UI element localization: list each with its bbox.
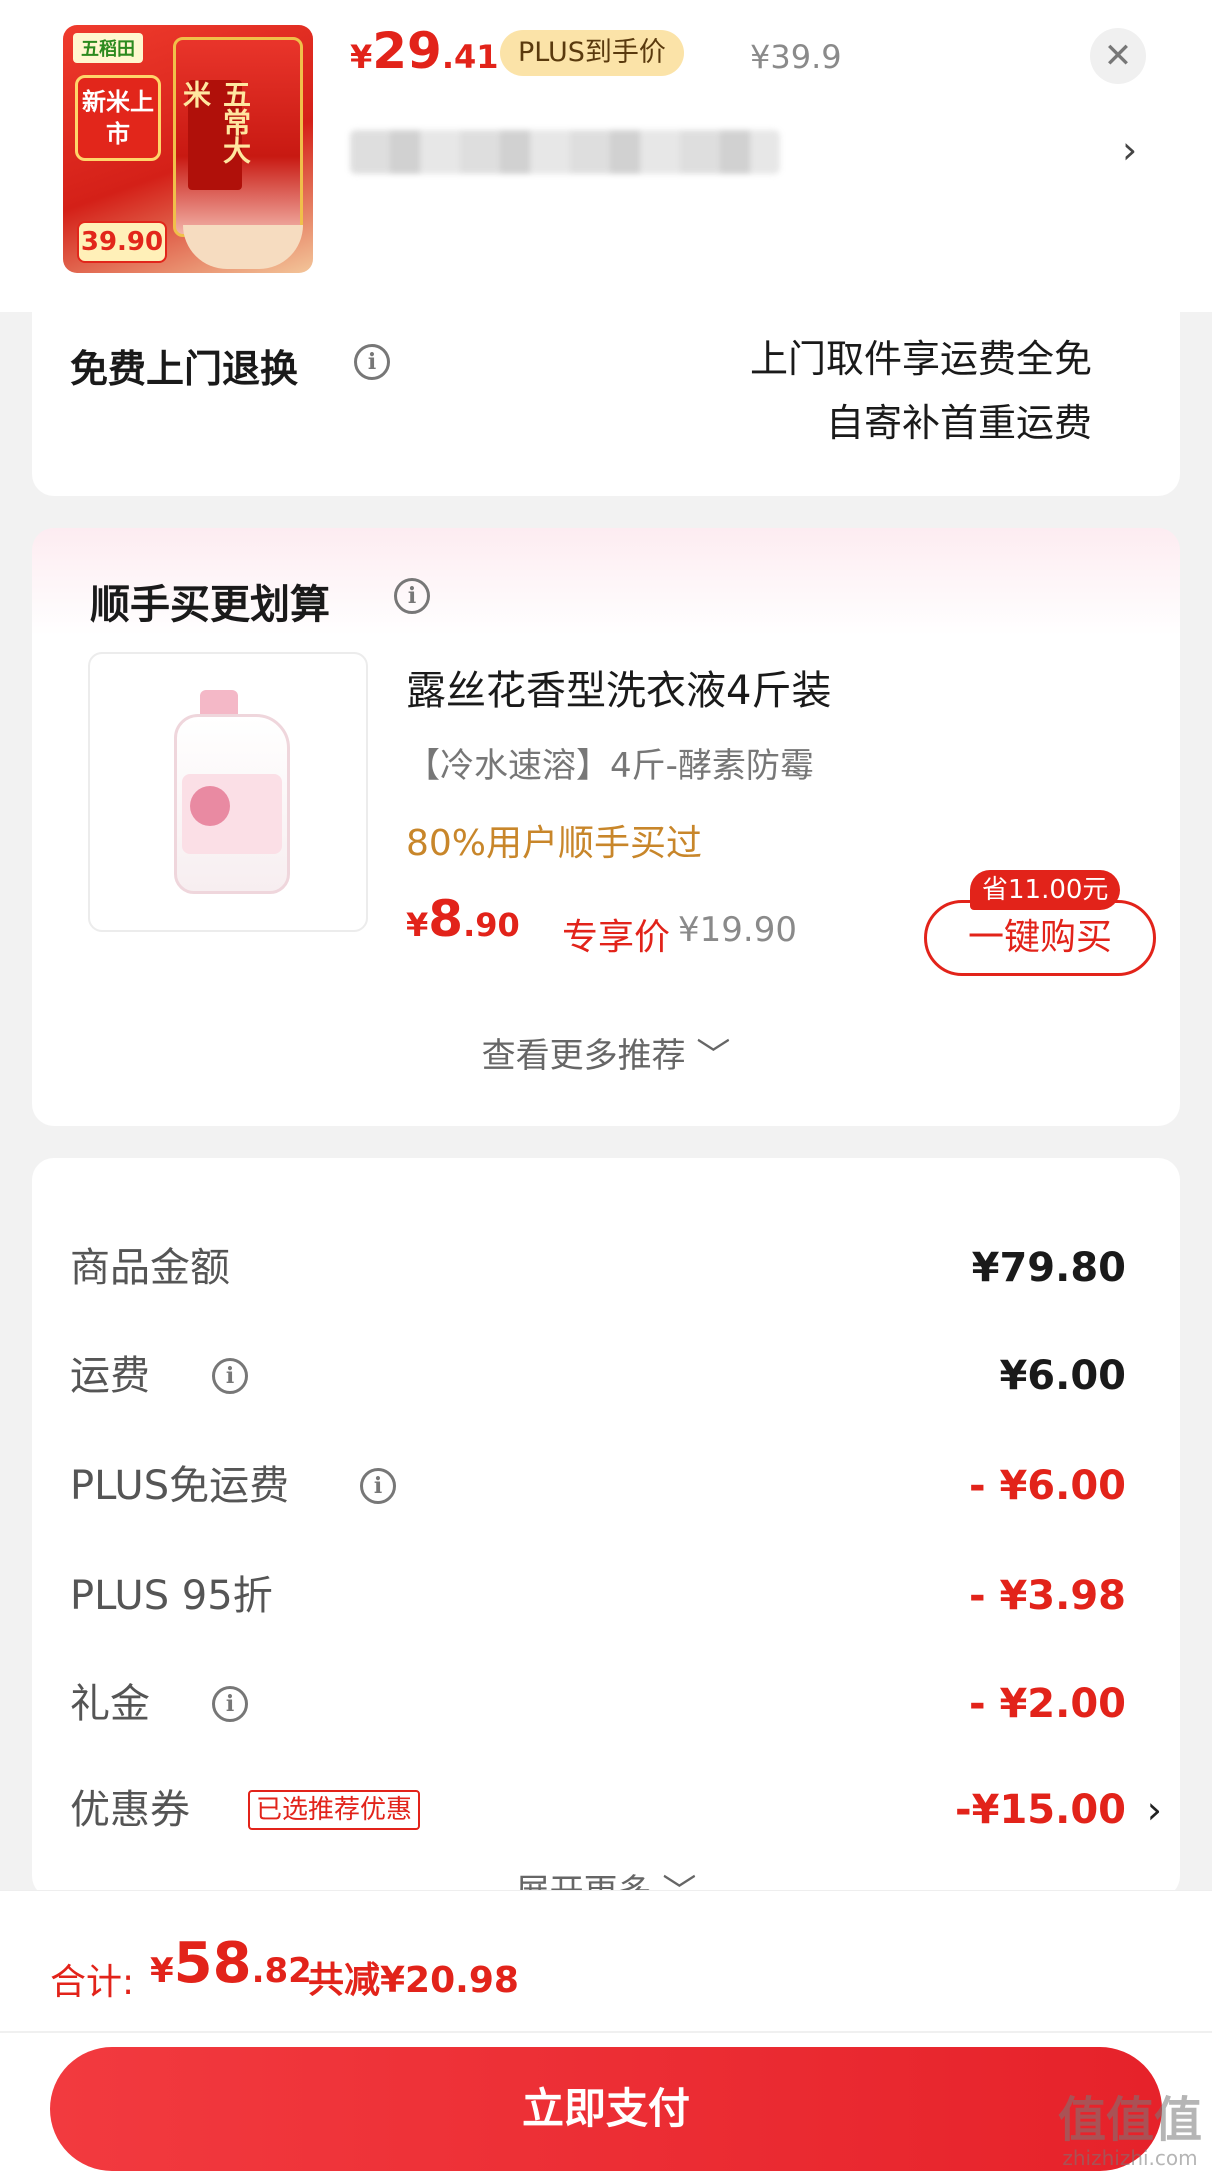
summary-value: ¥6.00 xyxy=(999,1353,1126,1399)
return-service-line2: 自寄补首重运费 xyxy=(825,401,1092,445)
savings-badge: 省11.00元 xyxy=(970,870,1121,910)
coupon-selected-tag: 已选推荐优惠 xyxy=(248,1790,421,1830)
summary-value: -¥15.00 xyxy=(955,1787,1126,1833)
rice-bowl-image xyxy=(183,225,303,269)
summary-label: 运费 xyxy=(70,1353,150,1399)
divider xyxy=(0,2031,1212,2033)
summary-label: 商品金额 xyxy=(70,1245,230,1291)
watermark-url: zhizhizhi.com xyxy=(1062,2146,1198,2170)
summary-row-plus-discount: PLUS 95折 - ¥3.98 xyxy=(70,1566,1126,1626)
watermark-logo: 值值值 xyxy=(1057,2092,1202,2148)
product-price: ¥ 29 .41 xyxy=(350,22,499,80)
summary-value: - ¥6.00 xyxy=(968,1463,1126,1509)
rice-bag-image: 五常大米 xyxy=(173,37,303,237)
recommendation-card: 顺手买更划算 i 露丝花香型洗衣液4斤装 【冷水速溶】4斤-酵素防霉 80%用户… xyxy=(32,528,1180,1126)
checkout-bar: 合计: ¥ 58 .82 共减¥20.98 立即支付 xyxy=(0,1890,1212,2184)
info-icon[interactable]: i xyxy=(394,578,430,614)
product-thumbnail[interactable]: 五稻田 新米上市 五常大米 39.90 xyxy=(63,25,313,273)
recommendation-item-name[interactable]: 露丝花香型洗衣液4斤装 xyxy=(406,658,831,716)
pay-now-button[interactable]: 立即支付 xyxy=(50,2047,1162,2171)
summary-label: 优惠券 xyxy=(70,1787,190,1833)
recommendation-social-proof: 80%用户顺手买过 xyxy=(406,823,703,864)
summary-row-plus-free-shipping: PLUS免运费 i - ¥6.00 xyxy=(70,1456,1126,1516)
plus-price-badge: PLUS到手价 xyxy=(500,30,684,76)
summary-value: - ¥2.00 xyxy=(968,1681,1126,1727)
summary-row-shipping: 运费 i ¥6.00 xyxy=(70,1346,1126,1406)
return-service-title: 免费上门退换 xyxy=(70,347,299,391)
price-currency: ¥ xyxy=(350,38,373,76)
price-integer: 29 xyxy=(372,22,442,80)
exclusive-price-label: 专享价 xyxy=(562,917,671,958)
original-price: ¥39.9 xyxy=(750,38,842,76)
summary-row-subtotal: 商品金额 ¥79.80 xyxy=(70,1238,1126,1298)
total-price: ¥ 58 .82 xyxy=(150,1931,312,1996)
total-label: 合计: xyxy=(50,1962,135,2003)
price-decimal: .41 xyxy=(441,38,499,76)
info-icon[interactable]: i xyxy=(360,1468,396,1504)
summary-value: ¥79.80 xyxy=(971,1245,1126,1291)
recommendation-item-spec: 【冷水速溶】4斤-酵素防霉 xyxy=(406,746,814,786)
price-currency: ¥ xyxy=(406,906,429,944)
blurred-address[interactable] xyxy=(350,130,780,174)
recommendation-price: ¥ 8 .90 xyxy=(406,890,520,948)
info-icon[interactable]: i xyxy=(354,344,390,380)
rice-bag-title: 五常大米 xyxy=(179,80,252,190)
brand-tag: 五稻田 xyxy=(73,33,143,63)
recommendation-original-price: ¥19.90 xyxy=(678,910,797,950)
return-service-card: 免费上门退换 i 上门取件享运费全免 自寄补首重运费 xyxy=(32,290,1180,496)
price-integer: 58 xyxy=(173,1931,252,1996)
one-click-buy-button[interactable]: 一键购买 xyxy=(924,900,1156,976)
address-chevron-icon[interactable]: › xyxy=(1122,128,1137,172)
recommendation-title: 顺手买更划算 xyxy=(90,582,330,628)
price-summary-card: 商品金额 ¥79.80 运费 i ¥6.00 PLUS免运费 i - ¥6.00… xyxy=(32,1158,1180,1912)
summary-value: - ¥3.98 xyxy=(968,1573,1126,1619)
price-currency: ¥ xyxy=(150,1951,174,1991)
product-header: 五稻田 新米上市 五常大米 39.90 ¥ 29 .41 PLUS到手价 ¥39… xyxy=(0,0,1212,312)
new-rice-badge: 新米上市 xyxy=(75,75,161,161)
site-watermark: 值值值 zhizhizhi.com xyxy=(1058,2096,1202,2168)
view-more-recommendations[interactable]: 查看更多推荐 ﹀ xyxy=(32,1028,1180,1077)
summary-row-coupon[interactable]: 优惠券 已选推荐优惠 -¥15.00 › xyxy=(70,1780,1162,1840)
total-savings: 共减¥20.98 xyxy=(308,1960,519,2001)
chevron-right-icon[interactable]: › xyxy=(1147,1780,1162,1840)
summary-label: 礼金 xyxy=(70,1681,150,1727)
price-decimal: .90 xyxy=(463,906,520,944)
summary-label: PLUS免运费 xyxy=(70,1463,290,1509)
info-icon[interactable]: i xyxy=(212,1358,248,1394)
recommendation-thumbnail[interactable] xyxy=(88,652,368,932)
thumbnail-price-chip: 39.90 xyxy=(77,221,167,263)
return-service-line1: 上门取件享运费全免 xyxy=(749,337,1092,381)
close-button[interactable]: ✕ xyxy=(1090,28,1146,84)
summary-row-gift-money: 礼金 i - ¥2.00 xyxy=(70,1674,1126,1734)
info-icon[interactable]: i xyxy=(212,1686,248,1722)
price-decimal: .82 xyxy=(251,1951,312,1991)
rose-image xyxy=(190,786,230,826)
summary-label: PLUS 95折 xyxy=(70,1573,273,1619)
price-integer: 8 xyxy=(428,890,464,948)
